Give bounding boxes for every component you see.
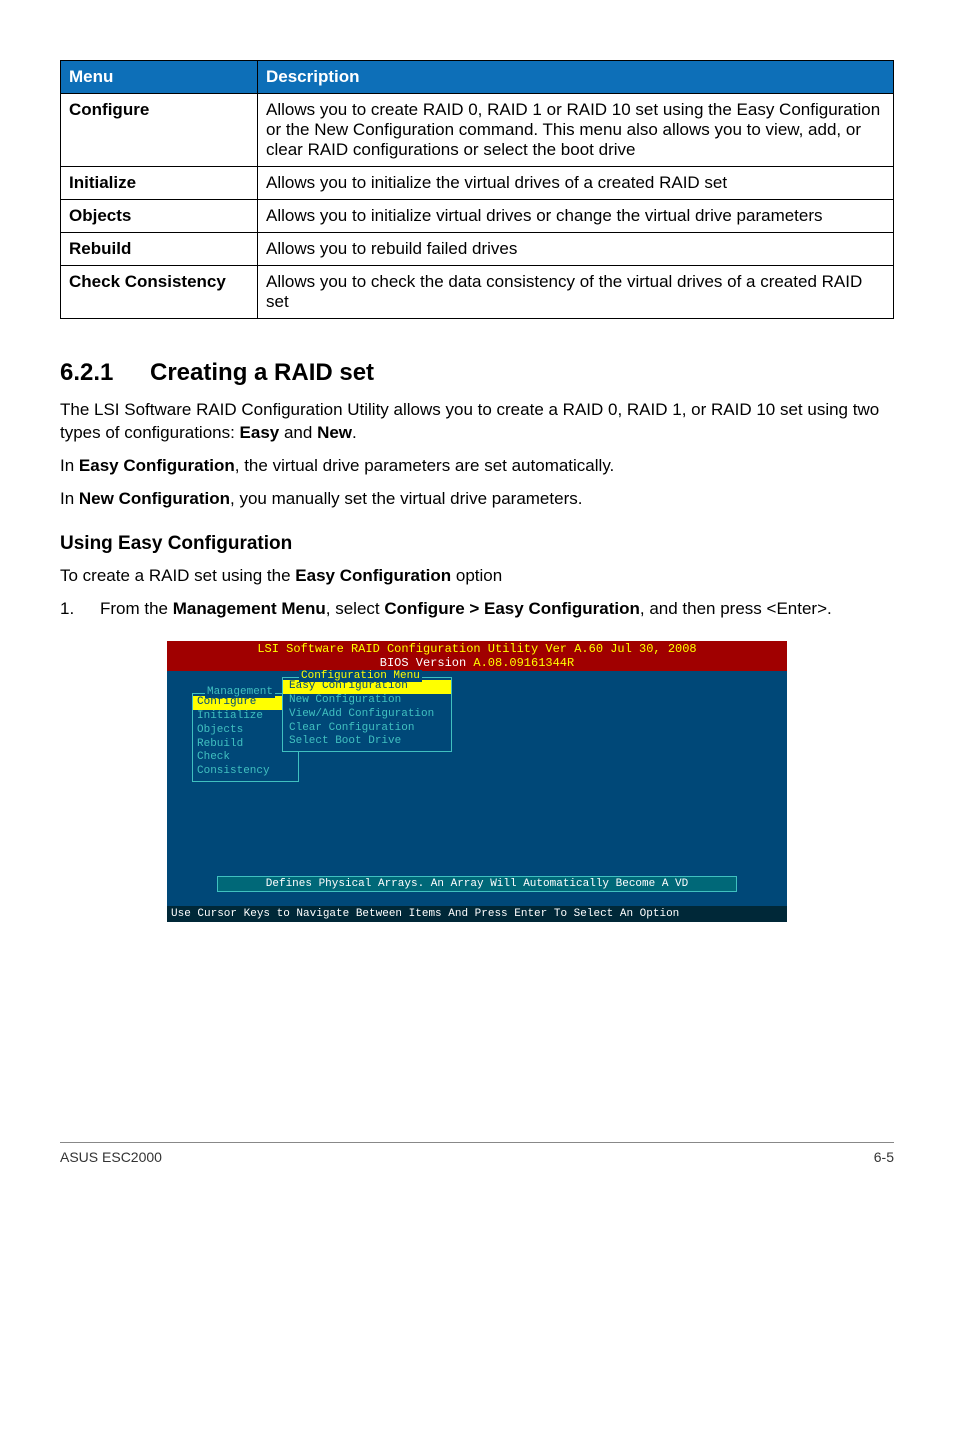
subheading: Using Easy Configuration [60, 533, 894, 555]
table-header-menu: Menu [61, 61, 258, 94]
table-cell-menu: Configure [61, 94, 258, 167]
text: In [60, 456, 79, 475]
text-bold: Configure > Easy Configuration [384, 599, 640, 618]
menu-description-table: Menu Description Configure Allows you to… [60, 60, 894, 319]
paragraph: In New Configuration, you manually set t… [60, 488, 894, 511]
table-cell-desc: Allows you to check the data consistency… [258, 266, 894, 319]
bios-footer: Use Cursor Keys to Navigate Between Item… [167, 906, 787, 922]
footer-page-number: 6-5 [874, 1149, 894, 1165]
section-title: Creating a RAID set [150, 359, 374, 386]
table-header-description: Description [258, 61, 894, 94]
section-heading: 6.2.1Creating a RAID set [60, 359, 894, 387]
text-bold: Management Menu [173, 599, 326, 618]
text: To create a RAID set using the [60, 566, 295, 585]
configuration-menu-item-easy[interactable]: Easy Configuration [283, 680, 451, 694]
text: , you manually set the virtual drive par… [230, 489, 582, 508]
step-item: 1. From the Management Menu, select Conf… [60, 598, 894, 621]
configuration-menu-box: Configuration Menu Easy Configuration Ne… [282, 677, 452, 752]
text-bold: New [317, 423, 352, 442]
table-cell-desc: Allows you to initialize the virtual dri… [258, 167, 894, 200]
section-number: 6.2.1 [60, 359, 150, 387]
text: A.08.09161344R [473, 656, 574, 670]
step-text: From the Management Menu, select Configu… [100, 598, 832, 621]
paragraph: To create a RAID set using the Easy Conf… [60, 565, 894, 588]
bios-header-line1: LSI Software RAID Configuration Utility … [167, 642, 787, 656]
text: . [352, 423, 357, 442]
text: , select [326, 599, 385, 618]
text-bold: New Configuration [79, 489, 230, 508]
table-row: Check Consistency Allows you to check th… [61, 266, 894, 319]
management-menu-title: Management [205, 686, 275, 698]
table-cell-menu: Initialize [61, 167, 258, 200]
paragraph: The LSI Software RAID Configuration Util… [60, 399, 894, 445]
table-cell-menu: Objects [61, 200, 258, 233]
text: BIOS Version [380, 656, 474, 670]
text: From the [100, 599, 173, 618]
table-row: Initialize Allows you to initialize the … [61, 167, 894, 200]
step-list: 1. From the Management Menu, select Conf… [60, 598, 894, 621]
text: , and then press <Enter>. [640, 599, 832, 618]
table-cell-desc: Allows you to create RAID 0, RAID 1 or R… [258, 94, 894, 167]
table-row: Objects Allows you to initialize virtual… [61, 200, 894, 233]
text-bold: Easy [240, 423, 280, 442]
table-cell-desc: Allows you to rebuild failed drives [258, 233, 894, 266]
configuration-menu-item-view-add[interactable]: View/Add Configuration [283, 708, 451, 722]
table-cell-desc: Allows you to initialize virtual drives … [258, 200, 894, 233]
step-number: 1. [60, 598, 100, 621]
footer-product: ASUS ESC2000 [60, 1149, 162, 1165]
configuration-menu-title: Configuration Menu [299, 670, 422, 682]
text: , the virtual drive parameters are set a… [235, 456, 615, 475]
bios-header: LSI Software RAID Configuration Utility … [167, 641, 787, 672]
paragraph: In Easy Configuration, the virtual drive… [60, 455, 894, 478]
table-cell-menu: Rebuild [61, 233, 258, 266]
page-footer: ASUS ESC2000 6-5 [60, 1142, 894, 1165]
management-menu-item-check-consistency[interactable]: Check Consistency [193, 751, 298, 779]
table-cell-menu: Check Consistency [61, 266, 258, 319]
text: The LSI Software RAID Configuration Util… [60, 400, 879, 442]
configuration-menu-item-boot-drive[interactable]: Select Boot Drive [283, 735, 451, 749]
text: and [279, 423, 317, 442]
table-row: Configure Allows you to create RAID 0, R… [61, 94, 894, 167]
bios-status-bar: Defines Physical Arrays. An Array Will A… [217, 876, 737, 892]
bios-body: Management Configure Initialize Objects … [167, 671, 787, 906]
configuration-menu-item-clear[interactable]: Clear Configuration [283, 722, 451, 736]
text: option [451, 566, 502, 585]
bios-header-line2: BIOS Version A.08.09161344R [167, 656, 787, 670]
configuration-menu-item-new[interactable]: New Configuration [283, 694, 451, 708]
text-bold: Easy Configuration [295, 566, 451, 585]
text-bold: Easy Configuration [79, 456, 235, 475]
text: In [60, 489, 79, 508]
table-row: Rebuild Allows you to rebuild failed dri… [61, 233, 894, 266]
bios-screenshot: LSI Software RAID Configuration Utility … [167, 641, 787, 923]
